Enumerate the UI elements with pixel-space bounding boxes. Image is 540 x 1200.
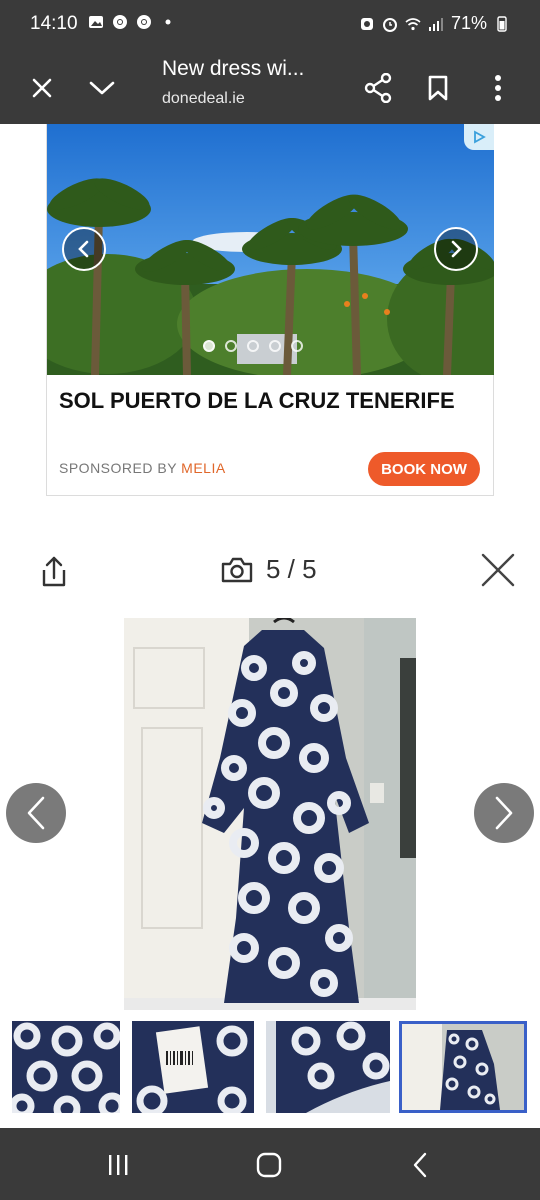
sponsored-ad[interactable]: SOL PUERTO DE LA CRUZ TENERIFE SPONSORED… [46, 124, 494, 496]
carousel-dot[interactable] [247, 340, 259, 352]
chevron-left-icon [78, 240, 89, 258]
carousel-dot[interactable] [203, 340, 215, 352]
status-bar: 14:10 71% [0, 0, 540, 50]
clock-icon [382, 17, 397, 32]
recent-apps-icon [109, 1155, 128, 1175]
close-tab-button[interactable] [22, 68, 62, 108]
ad-prev-button[interactable] [62, 227, 106, 271]
chevron-left-icon [27, 796, 45, 830]
system-nav-bar [0, 1128, 540, 1200]
ad-image[interactable] [47, 124, 494, 375]
thumbnail-2[interactable] [132, 1021, 254, 1113]
close-icon [32, 78, 52, 98]
share-image-button[interactable] [36, 554, 72, 590]
palm-trees-photo [47, 124, 494, 375]
ad-title[interactable]: SOL PUERTO DE LA CRUZ TENERIFE [59, 388, 455, 414]
battery-percent: 71% [450, 13, 487, 33]
back-icon [413, 1152, 427, 1178]
sponsor-name: MELIA [181, 460, 226, 476]
chevron-down-icon [89, 81, 115, 95]
carousel-dot[interactable] [291, 340, 303, 352]
photo-counter-text: 5 / 5 [266, 554, 317, 584]
custom-tab-toolbar: New dress wi... donedeal.ie [0, 50, 540, 124]
page-url: donedeal.ie [162, 90, 245, 107]
share-icon [364, 73, 392, 103]
alarm-icon [360, 17, 373, 30]
share-page-button[interactable] [358, 68, 398, 108]
dot-icon [165, 19, 171, 25]
close-icon [481, 553, 515, 587]
gallery-icon [89, 16, 103, 28]
carousel-dot[interactable] [225, 340, 237, 352]
bookmark-button[interactable] [418, 68, 458, 108]
thumbnail-image [402, 1024, 524, 1110]
home-button[interactable] [249, 1148, 289, 1182]
minimize-button[interactable] [82, 68, 122, 108]
chevron-right-icon [451, 240, 462, 258]
chrome-icon [113, 15, 127, 29]
page-title: New dress wi... [162, 57, 305, 80]
ad-sponsor-line: SPONSORED BY MELIA [59, 460, 226, 476]
thumbnail-image [266, 1021, 390, 1113]
recent-apps-button[interactable] [98, 1148, 138, 1182]
camera-icon [221, 557, 253, 582]
share-upload-icon [42, 556, 66, 587]
signal-icon [428, 17, 443, 31]
image-viewer-header: 5 / 5 [0, 540, 540, 600]
thumbnail-4-selected[interactable] [399, 1021, 527, 1113]
carousel-dot[interactable] [269, 340, 281, 352]
close-viewer-button[interactable] [478, 550, 518, 590]
back-button[interactable] [400, 1148, 440, 1182]
chrome-icon [137, 15, 151, 29]
bookmark-icon [428, 75, 448, 101]
status-left-icons [88, 14, 176, 30]
more-options-button[interactable] [478, 68, 518, 108]
ad-carousel-dots [203, 340, 303, 352]
sponsored-label: SPONSORED BY [59, 460, 177, 476]
photo-counter: 5 / 5 [220, 554, 317, 585]
thumbnail-image [12, 1021, 120, 1113]
home-icon [256, 1152, 282, 1178]
thumbnail-strip [0, 1018, 540, 1118]
main-photo[interactable] [124, 618, 416, 1010]
thumbnail-3[interactable] [266, 1021, 390, 1113]
more-vert-icon [495, 75, 501, 101]
adchoices-icon[interactable] [464, 124, 494, 150]
chevron-right-icon [495, 796, 513, 830]
dress-photo [124, 618, 416, 1010]
next-photo-button[interactable] [474, 783, 534, 843]
prev-photo-button[interactable] [6, 783, 66, 843]
thumbnail-1[interactable] [12, 1021, 120, 1113]
status-time: 14:10 [30, 13, 78, 34]
wifi-icon [405, 17, 421, 30]
battery-icon [497, 15, 507, 32]
status-right: 71% [359, 13, 510, 34]
book-now-button[interactable]: BOOK NOW [368, 452, 480, 486]
thumbnail-image [132, 1021, 254, 1113]
ad-next-button[interactable] [434, 227, 478, 271]
